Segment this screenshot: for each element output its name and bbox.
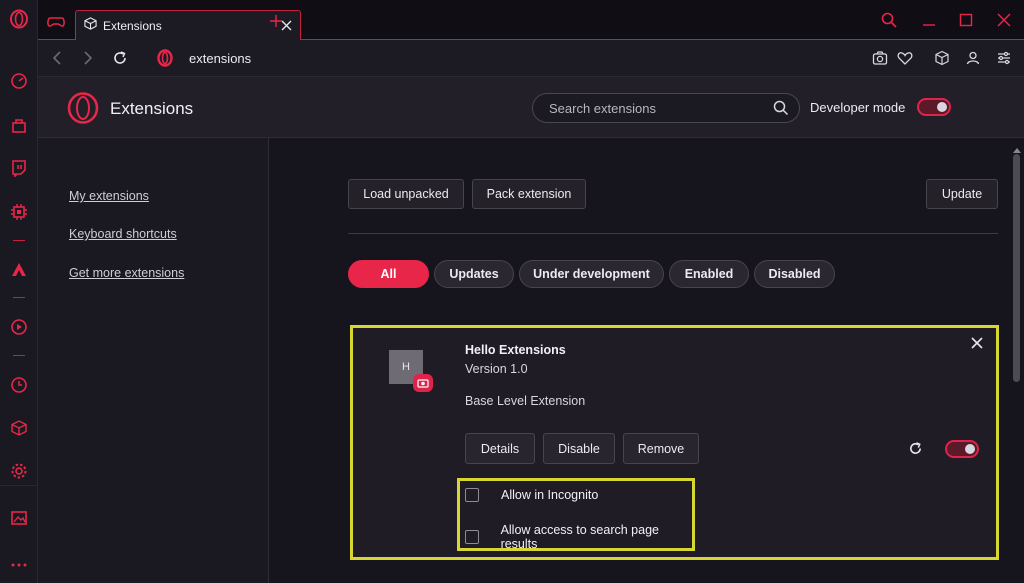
nav-my-extensions[interactable]: My extensions (69, 189, 149, 203)
speed-dial-icon[interactable] (9, 71, 29, 91)
extensions-main: Load unpacked Pack extension Update All … (270, 138, 1010, 583)
filter-all[interactable]: All (348, 260, 429, 288)
heart-icon[interactable] (896, 49, 914, 67)
scrollbar[interactable] (1010, 138, 1024, 583)
title-bar: Extensions (38, 0, 1024, 40)
search-icon[interactable] (773, 100, 789, 116)
opera-logo-icon (67, 92, 99, 124)
profile-icon[interactable] (964, 49, 982, 67)
extensions-cube-icon[interactable] (9, 418, 29, 438)
settings-gear-icon[interactable] (9, 461, 29, 481)
sidebar-divider (13, 240, 25, 241)
filter-updates[interactable]: Updates (434, 260, 514, 288)
search-results-label: Allow access to search page results (500, 523, 659, 551)
toggle-knob (937, 102, 947, 112)
filter-disabled[interactable]: Disabled (754, 260, 835, 288)
maximize-icon[interactable] (957, 11, 975, 29)
option-incognito[interactable]: Allow in Incognito (465, 488, 598, 502)
developer-mode-toggle[interactable] (917, 98, 951, 116)
tab-extensions[interactable]: Extensions (75, 10, 301, 40)
minimize-icon[interactable] (920, 11, 938, 29)
address-bar: extensions (38, 40, 1024, 77)
toggle-knob (965, 444, 975, 454)
extension-version: Version 1.0 (465, 362, 528, 376)
search-box[interactable] (532, 93, 800, 123)
back-icon[interactable] (48, 49, 66, 67)
player-icon[interactable] (9, 317, 29, 337)
incognito-label: Allow in Incognito (501, 488, 599, 502)
gamepad-icon[interactable] (46, 12, 68, 34)
reload-extension-icon[interactable] (908, 441, 924, 457)
filter-enabled[interactable]: Enabled (669, 260, 749, 288)
extension-name: Hello Extensions (465, 343, 566, 357)
forward-icon[interactable] (79, 49, 97, 67)
scrollbar-thumb[interactable] (1013, 154, 1020, 382)
divider (348, 233, 998, 234)
snapshot-icon[interactable] (871, 49, 889, 67)
search-input[interactable] (549, 100, 759, 116)
nav-get-more-extensions[interactable]: Get more extensions (69, 266, 184, 280)
new-tab-icon[interactable] (269, 14, 285, 30)
more-icon[interactable] (9, 555, 29, 575)
extensions-nav: My extensions Keyboard shortcuts Get mor… (38, 138, 269, 583)
sidebar-divider (13, 297, 25, 298)
opera-logo-icon (156, 49, 174, 67)
browser-window: Extensions extensions Extensions Search … (0, 0, 1024, 583)
sidebar-divider (0, 485, 38, 486)
cube-icon (84, 16, 97, 35)
extension-enabled-toggle[interactable] (945, 440, 979, 458)
easy-setup-icon[interactable] (995, 49, 1013, 67)
remove-button[interactable]: Remove (623, 433, 699, 464)
wallpaper-icon[interactable] (9, 508, 29, 528)
close-icon[interactable] (970, 336, 986, 352)
reload-icon[interactable] (111, 49, 129, 67)
opera-menu-icon[interactable] (9, 9, 29, 29)
close-window-icon[interactable] (995, 11, 1013, 29)
extension-options: Allow in Incognito Allow access to searc… (457, 478, 695, 551)
update-button[interactable]: Update (926, 179, 998, 209)
option-search-results[interactable]: Allow access to search page results (465, 523, 692, 551)
load-unpacked-button[interactable]: Load unpacked (348, 179, 464, 209)
url-text[interactable]: extensions (189, 51, 251, 66)
search-results-checkbox[interactable] (465, 530, 479, 544)
page-title: Extensions (110, 99, 194, 118)
sidebar-divider (13, 355, 25, 356)
extension-card: H Hello Extensions Version 1.0 Base Leve… (350, 325, 999, 560)
developer-mode-label: Developer mode (810, 100, 906, 115)
incognito-checkbox[interactable] (465, 488, 479, 502)
tab-title: Extensions (103, 18, 162, 33)
details-button[interactable]: Details (465, 433, 535, 464)
search-tabs-icon[interactable] (880, 11, 898, 29)
extensions-header: Extensions Developer mode (38, 77, 1024, 138)
filter-under-development[interactable]: Under development (519, 260, 664, 288)
developer-badge-icon (413, 374, 433, 392)
nav-keyboard-shortcuts[interactable]: Keyboard shortcuts (69, 227, 177, 241)
cpu-icon[interactable] (9, 202, 29, 222)
disable-button[interactable]: Disable (543, 433, 615, 464)
sidebar (0, 0, 38, 583)
extensions-toolbar-icon[interactable] (933, 49, 951, 67)
scroll-up-icon[interactable] (1013, 140, 1021, 153)
aria-icon[interactable] (9, 259, 29, 279)
extension-description: Base Level Extension (465, 394, 586, 408)
history-icon[interactable] (9, 375, 29, 395)
pack-extension-button[interactable]: Pack extension (472, 179, 586, 209)
bag-icon[interactable] (9, 115, 29, 135)
twitch-icon[interactable] (9, 158, 29, 178)
